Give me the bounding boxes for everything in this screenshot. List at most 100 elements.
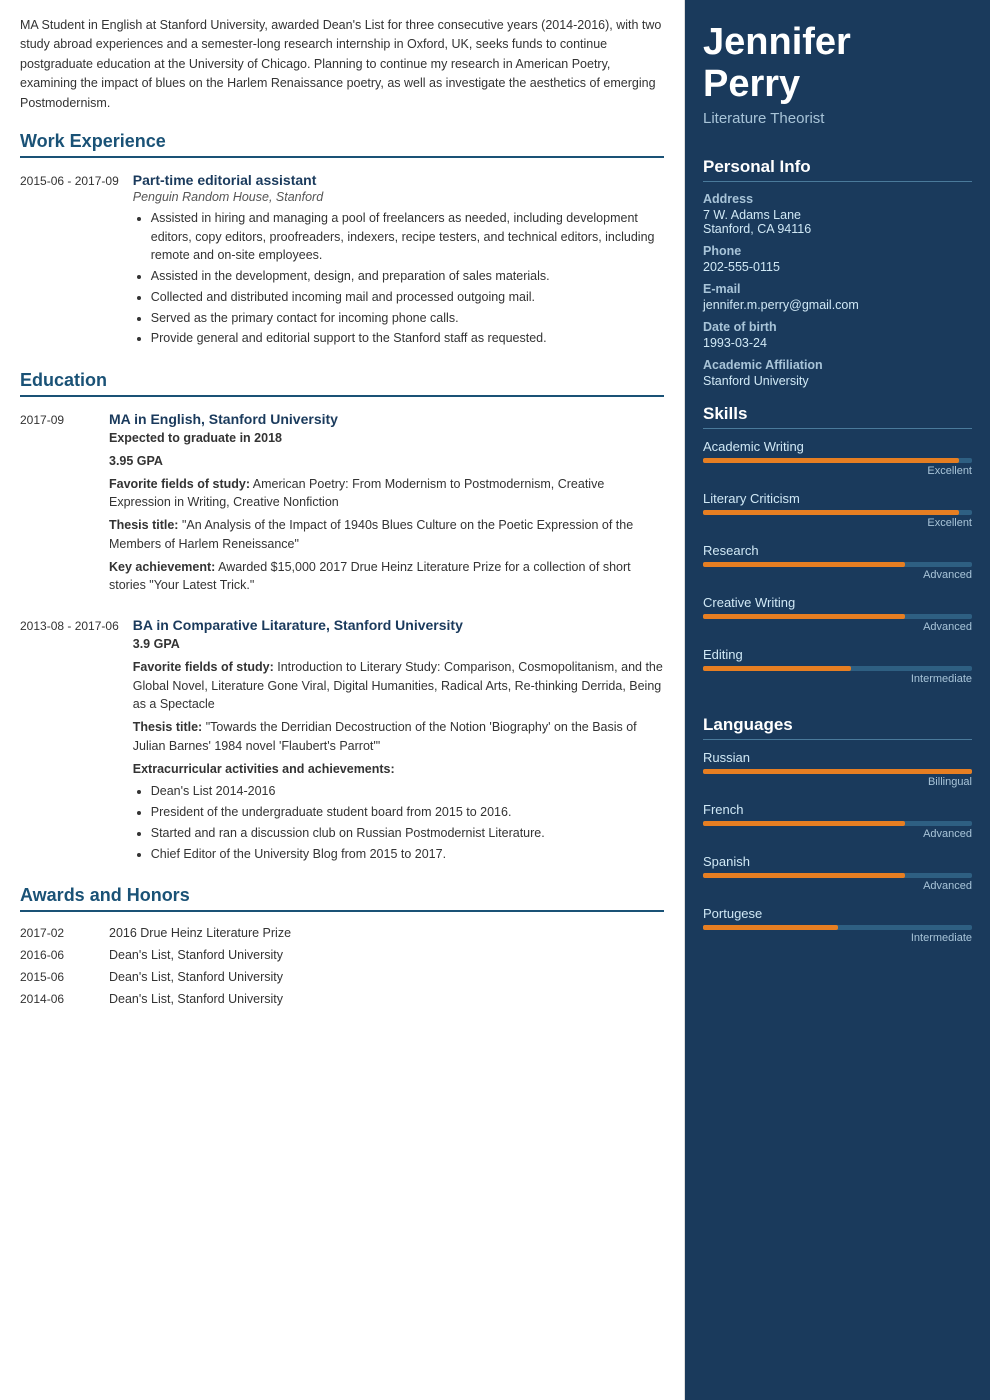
award-row-2: 2015-06 Dean's List, Stanford University — [20, 970, 664, 984]
edu-fav-label-1: Favorite fields of study: — [133, 660, 274, 674]
lang-level-1: Advanced — [703, 828, 972, 840]
lang-0: Russian Billingual — [703, 750, 972, 788]
personal-info-section: Personal Info Address 7 W. Adams Lane St… — [685, 145, 990, 392]
lang-bar-fill-1 — [703, 821, 905, 826]
skill-name-4: Editing — [703, 647, 972, 662]
lang-bar-fill-0 — [703, 769, 972, 774]
work-experience-section: Work Experience 2015-06 - 2017-09 Part-t… — [20, 131, 664, 350]
award-date-2: 2015-06 — [20, 970, 95, 984]
work-bullet-0-0: Assisted in hiring and managing a pool o… — [151, 209, 664, 265]
intro-text: MA Student in English at Stanford Univer… — [20, 16, 664, 113]
award-date-0: 2017-02 — [20, 926, 95, 940]
lang-bar-fill-2 — [703, 873, 905, 878]
edu-gpa-1: 3.9 GPA — [133, 635, 664, 654]
work-date-0: 2015-06 - 2017-09 — [20, 172, 119, 350]
edu-thesis-text-0: "An Analysis of the Impact of 1940s Blue… — [109, 518, 633, 551]
award-text-3: Dean's List, Stanford University — [109, 992, 283, 1006]
work-title-0: Part-time editorial assistant — [133, 172, 664, 188]
skill-level-0: Excellent — [703, 465, 972, 477]
lang-level-0: Billingual — [703, 776, 972, 788]
work-bullet-0-3: Served as the primary contact for incomi… — [151, 309, 664, 328]
awards-section: Awards and Honors 2017-02 2016 Drue Hein… — [20, 885, 664, 1006]
resume-container: MA Student in English at Stanford Univer… — [0, 0, 990, 1400]
edu-date-0: 2017-09 — [20, 411, 95, 599]
profile-name: Jennifer Perry — [703, 22, 972, 106]
edu-extra-bullet-1-0: Dean's List 2014-2016 — [151, 782, 664, 801]
awards-title: Awards and Honors — [20, 885, 664, 912]
profile-title: Literature Theorist — [703, 110, 972, 127]
skill-bar-fill-0 — [703, 458, 959, 463]
education-section: Education 2017-09 MA in English, Stanfor… — [20, 370, 664, 865]
skill-level-4: Intermediate — [703, 673, 972, 685]
languages-title: Languages — [703, 715, 972, 740]
edu-title-1: BA in Comparative Litarature, Stanford U… — [133, 617, 664, 633]
skill-3: Creative Writing Advanced — [703, 595, 972, 633]
skill-2: Research Advanced — [703, 543, 972, 581]
dob-value: 1993-03-24 — [703, 336, 972, 350]
edu-entry-0: 2017-09 MA in English, Stanford Universi… — [20, 411, 664, 599]
profile-name-line2: Perry — [703, 63, 800, 105]
phone-label: Phone — [703, 244, 972, 258]
lang-name-1: French — [703, 802, 972, 817]
skills-section: Skills Academic Writing Excellent Litera… — [685, 392, 990, 703]
work-subtitle-0: Penguin Random House, Stanford — [133, 190, 664, 204]
languages-section: Languages Russian Billingual French Adva… — [685, 703, 990, 962]
work-entry-0: 2015-06 - 2017-09 Part-time editorial as… — [20, 172, 664, 350]
skill-bar-bg-0 — [703, 458, 972, 463]
edu-expected-0: Expected to graduate in 2018 — [109, 429, 664, 448]
edu-content-0: MA in English, Stanford University Expec… — [109, 411, 664, 599]
edu-thesis-label-1: Thesis title: — [133, 720, 202, 734]
skill-bar-bg-1 — [703, 510, 972, 515]
skill-level-1: Excellent — [703, 517, 972, 529]
address-line1: 7 W. Adams Lane — [703, 208, 972, 222]
address-line2: Stanford, CA 94116 — [703, 222, 972, 236]
award-text-0: 2016 Drue Heinz Literature Prize — [109, 926, 291, 940]
edu-title-0: MA in English, Stanford University — [109, 411, 664, 427]
skill-bar-bg-3 — [703, 614, 972, 619]
skill-bar-fill-1 — [703, 510, 959, 515]
edu-key-label-0: Key achievement: — [109, 560, 215, 574]
skill-name-1: Literary Criticism — [703, 491, 972, 506]
edu-fav-label-0: Favorite fields of study: — [109, 477, 250, 491]
edu-thesis-1: Thesis title: "Towards the Derridian Dec… — [133, 718, 664, 756]
left-column: MA Student in English at Stanford Univer… — [0, 0, 685, 1400]
skill-4: Editing Intermediate — [703, 647, 972, 685]
lang-bar-bg-3 — [703, 925, 972, 930]
lang-level-2: Advanced — [703, 880, 972, 892]
skill-name-0: Academic Writing — [703, 439, 972, 454]
affiliation-label: Academic Affiliation — [703, 358, 972, 372]
award-text-2: Dean's List, Stanford University — [109, 970, 283, 984]
edu-date-1: 2013-08 - 2017-06 — [20, 617, 119, 865]
lang-2: Spanish Advanced — [703, 854, 972, 892]
award-row-3: 2014-06 Dean's List, Stanford University — [20, 992, 664, 1006]
edu-entry-1: 2013-08 - 2017-06 BA in Comparative Lita… — [20, 617, 664, 865]
work-bullet-0-4: Provide general and editorial support to… — [151, 329, 664, 348]
work-experience-title: Work Experience — [20, 131, 664, 158]
edu-extra-label-1: Extracurricular activities and achieveme… — [133, 760, 664, 779]
edu-extra-bullet-1-3: Chief Editor of the University Blog from… — [151, 845, 664, 864]
edu-fav-0: Favorite fields of study: American Poetr… — [109, 475, 664, 513]
phone-value: 202-555-0115 — [703, 260, 972, 274]
skill-bar-fill-3 — [703, 614, 905, 619]
profile-header: Jennifer Perry Literature Theorist — [685, 0, 990, 145]
lang-bar-fill-3 — [703, 925, 838, 930]
skills-title: Skills — [703, 404, 972, 429]
work-bullet-0-2: Collected and distributed incoming mail … — [151, 288, 664, 307]
award-text-1: Dean's List, Stanford University — [109, 948, 283, 962]
award-date-1: 2016-06 — [20, 948, 95, 962]
edu-fav-1: Favorite fields of study: Introduction t… — [133, 658, 664, 714]
lang-bar-bg-1 — [703, 821, 972, 826]
lang-3: Portugese Intermediate — [703, 906, 972, 944]
lang-1: French Advanced — [703, 802, 972, 840]
edu-extra-bullets-1: Dean's List 2014-2016 President of the u… — [133, 782, 664, 863]
work-content-0: Part-time editorial assistant Penguin Ra… — [133, 172, 664, 350]
affiliation-value: Stanford University — [703, 374, 972, 388]
edu-content-1: BA in Comparative Litarature, Stanford U… — [133, 617, 664, 865]
lang-name-2: Spanish — [703, 854, 972, 869]
right-column: Jennifer Perry Literature Theorist Perso… — [685, 0, 990, 1400]
work-bullets-0: Assisted in hiring and managing a pool o… — [133, 209, 664, 348]
work-bullet-0-1: Assisted in the development, design, and… — [151, 267, 664, 286]
skill-level-3: Advanced — [703, 621, 972, 633]
profile-name-line1: Jennifer — [703, 21, 851, 63]
edu-key-0: Key achievement: Awarded $15,000 2017 Dr… — [109, 558, 664, 596]
